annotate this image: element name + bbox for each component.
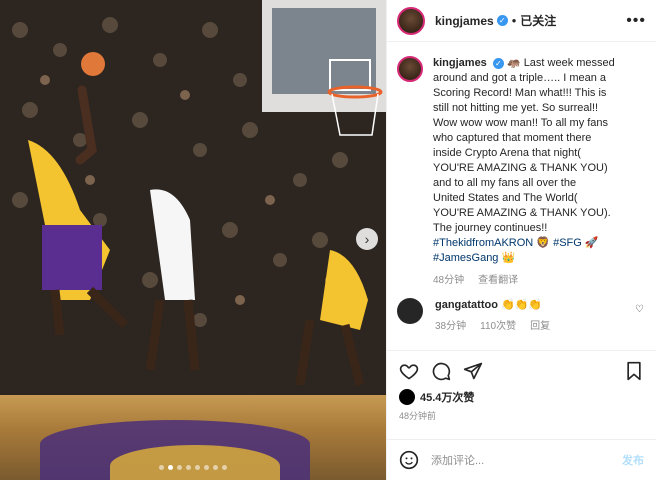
post-sidebar: kingjames ✓ • 已关注 ••• kingjames ✓ 🦛 Last…: [386, 0, 656, 480]
caption-line: Wow wow wow man!! To all my fans: [433, 117, 609, 129]
post-timestamp: 48分钟前: [399, 411, 437, 421]
caption-line: United States and The World(: [433, 192, 578, 204]
comment-reply-button[interactable]: 回复: [530, 317, 550, 332]
court-logo: [110, 445, 280, 480]
comment-like-icon[interactable]: ♡: [635, 304, 644, 315]
comment-avatar[interactable]: [397, 298, 423, 324]
follow-button[interactable]: 已关注: [520, 12, 556, 29]
bookmark-icon[interactable]: [624, 361, 644, 381]
emoji-icon[interactable]: [399, 450, 419, 470]
avatar[interactable]: [397, 6, 425, 35]
likes-count[interactable]: 45.4万次赞: [420, 389, 474, 405]
caption-line: Scoring Record! Man what!!! This is: [433, 87, 607, 99]
action-section: 45.4万次赞 48分钟前 添加评论... 发布: [387, 350, 656, 480]
comment-time: 38分钟: [435, 321, 467, 332]
separator-dot: •: [511, 13, 517, 28]
caption-line: inside Crypto Arena that night(: [433, 147, 581, 159]
comment-meta: 38分钟 110次赞 回复: [435, 317, 550, 332]
caption-time: 48分钟: [433, 275, 465, 286]
comment-text: 👏👏👏: [501, 299, 543, 311]
hashtag-link[interactable]: #SFG 🚀: [553, 237, 598, 249]
comment-username[interactable]: gangatattoo: [435, 299, 498, 311]
hashtag-link[interactable]: #JamesGang 👑: [433, 252, 515, 264]
caption-line: 🦛 Last week messed: [506, 57, 615, 69]
caption-line: YOU'RE AMAZING & THANK YOU).: [433, 207, 611, 219]
action-bar: [387, 351, 656, 381]
comment-input[interactable]: 添加评论...: [431, 452, 484, 468]
post-comment-button[interactable]: 发布: [622, 452, 644, 468]
add-comment-bar: 添加评论... 发布: [387, 439, 656, 480]
caption-line: YOU'RE AMAZING & THANK YOU): [433, 162, 608, 174]
caption-line: around and got a triple….. I mean a: [433, 72, 607, 84]
share-icon[interactable]: [463, 361, 483, 381]
caption-avatar[interactable]: [397, 56, 423, 82]
carousel-dot: [195, 465, 200, 470]
verified-icon: ✓: [492, 58, 504, 69]
likes-row: 45.4万次赞: [387, 381, 656, 405]
comment-item: gangatattoo 👏👏👏 38分钟 110次赞 回复 ♡: [397, 298, 646, 332]
carousel-dot: [186, 465, 191, 470]
caption-text: kingjames ✓ 🦛 Last week messed around an…: [433, 56, 639, 266]
comment-likes[interactable]: 110次赞: [480, 317, 516, 332]
translate-link[interactable]: 查看翻译: [478, 271, 518, 286]
username-link[interactable]: kingjames: [435, 14, 494, 28]
more-options-icon[interactable]: •••: [626, 12, 646, 30]
crowd-background: [0, 0, 386, 400]
caption-block: kingjames ✓ 🦛 Last week messed around an…: [397, 56, 646, 286]
carousel-next-button[interactable]: ›: [356, 228, 378, 250]
caption-line: who captured that moment there: [433, 132, 592, 144]
verified-icon: ✓: [496, 15, 508, 26]
caption-meta: 48分钟 查看翻译: [433, 271, 639, 286]
caption-line: The journey continues!!: [433, 222, 548, 234]
post-header: kingjames ✓ • 已关注 •••: [387, 0, 656, 42]
caption-username[interactable]: kingjames: [433, 57, 487, 69]
comment-icon[interactable]: [431, 361, 451, 381]
carousel-dot: [222, 465, 227, 470]
post-photo[interactable]: ›: [0, 0, 386, 480]
carousel-dot: [177, 465, 182, 470]
caption-line: still not hitting me yet. So surreal!!: [433, 102, 599, 114]
carousel-dots: [0, 465, 386, 470]
carousel-dot: [204, 465, 209, 470]
carousel-dot: [159, 465, 164, 470]
hashtag-link[interactable]: #ThekidfromAKRON 🦁: [433, 237, 550, 249]
liker-avatar[interactable]: [399, 389, 415, 405]
carousel-dot: [213, 465, 218, 470]
caption-line: and to all my fans all over the: [433, 177, 577, 189]
like-icon[interactable]: [399, 361, 419, 381]
carousel-dot-active: [168, 465, 173, 470]
